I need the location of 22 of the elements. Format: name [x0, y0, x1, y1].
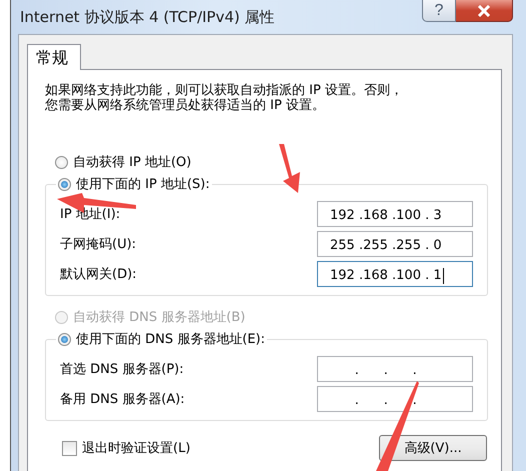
window-title: Internet 协议版本 4 (TCP/IPv4) 属性: [20, 8, 275, 27]
ip-address-field[interactable]: . . .: [317, 356, 473, 382]
help-button[interactable]: ?: [422, 0, 456, 22]
ip-address-field[interactable]: 192 .168 .100 . 1: [317, 261, 473, 287]
radio-button[interactable]: 自动获得 IP 地址(O): [55, 151, 488, 173]
tab[interactable]: 常规: [27, 44, 81, 70]
radio-button[interactable]: 使用下面的 DNS 服务器地址(E):: [58, 328, 265, 350]
description-text: 您需要从网络系统管理员处获得适当的 IP 设置。: [45, 98, 326, 113]
description-text: 如果网络支持此功能，则可以获取自动指派的 IP 设置。否则，: [45, 83, 404, 98]
ip-address-field[interactable]: . . .: [317, 386, 473, 412]
validate-checkbox[interactable]: 退出时验证设置(L): [62, 439, 190, 457]
close-icon: [477, 4, 491, 16]
radio-button[interactable]: 使用下面的 IP 地址(S):: [58, 173, 210, 195]
close-button[interactable]: [456, 0, 513, 22]
advanced-button[interactable]: 高级(V)...: [379, 435, 487, 461]
ip-address-field[interactable]: 192 .168 .100 . 3: [317, 201, 473, 227]
field-label: 首选 DNS 服务器(P):: [60, 361, 184, 378]
field-label: 默认网关(D):: [60, 266, 137, 283]
annotation-arrow: [279, 144, 300, 193]
field-label: 备用 DNS 服务器(A):: [60, 391, 185, 408]
field-label: 子网掩码(U):: [60, 236, 136, 253]
ip-address-field[interactable]: 255 .255 .255 . 0: [317, 231, 473, 257]
